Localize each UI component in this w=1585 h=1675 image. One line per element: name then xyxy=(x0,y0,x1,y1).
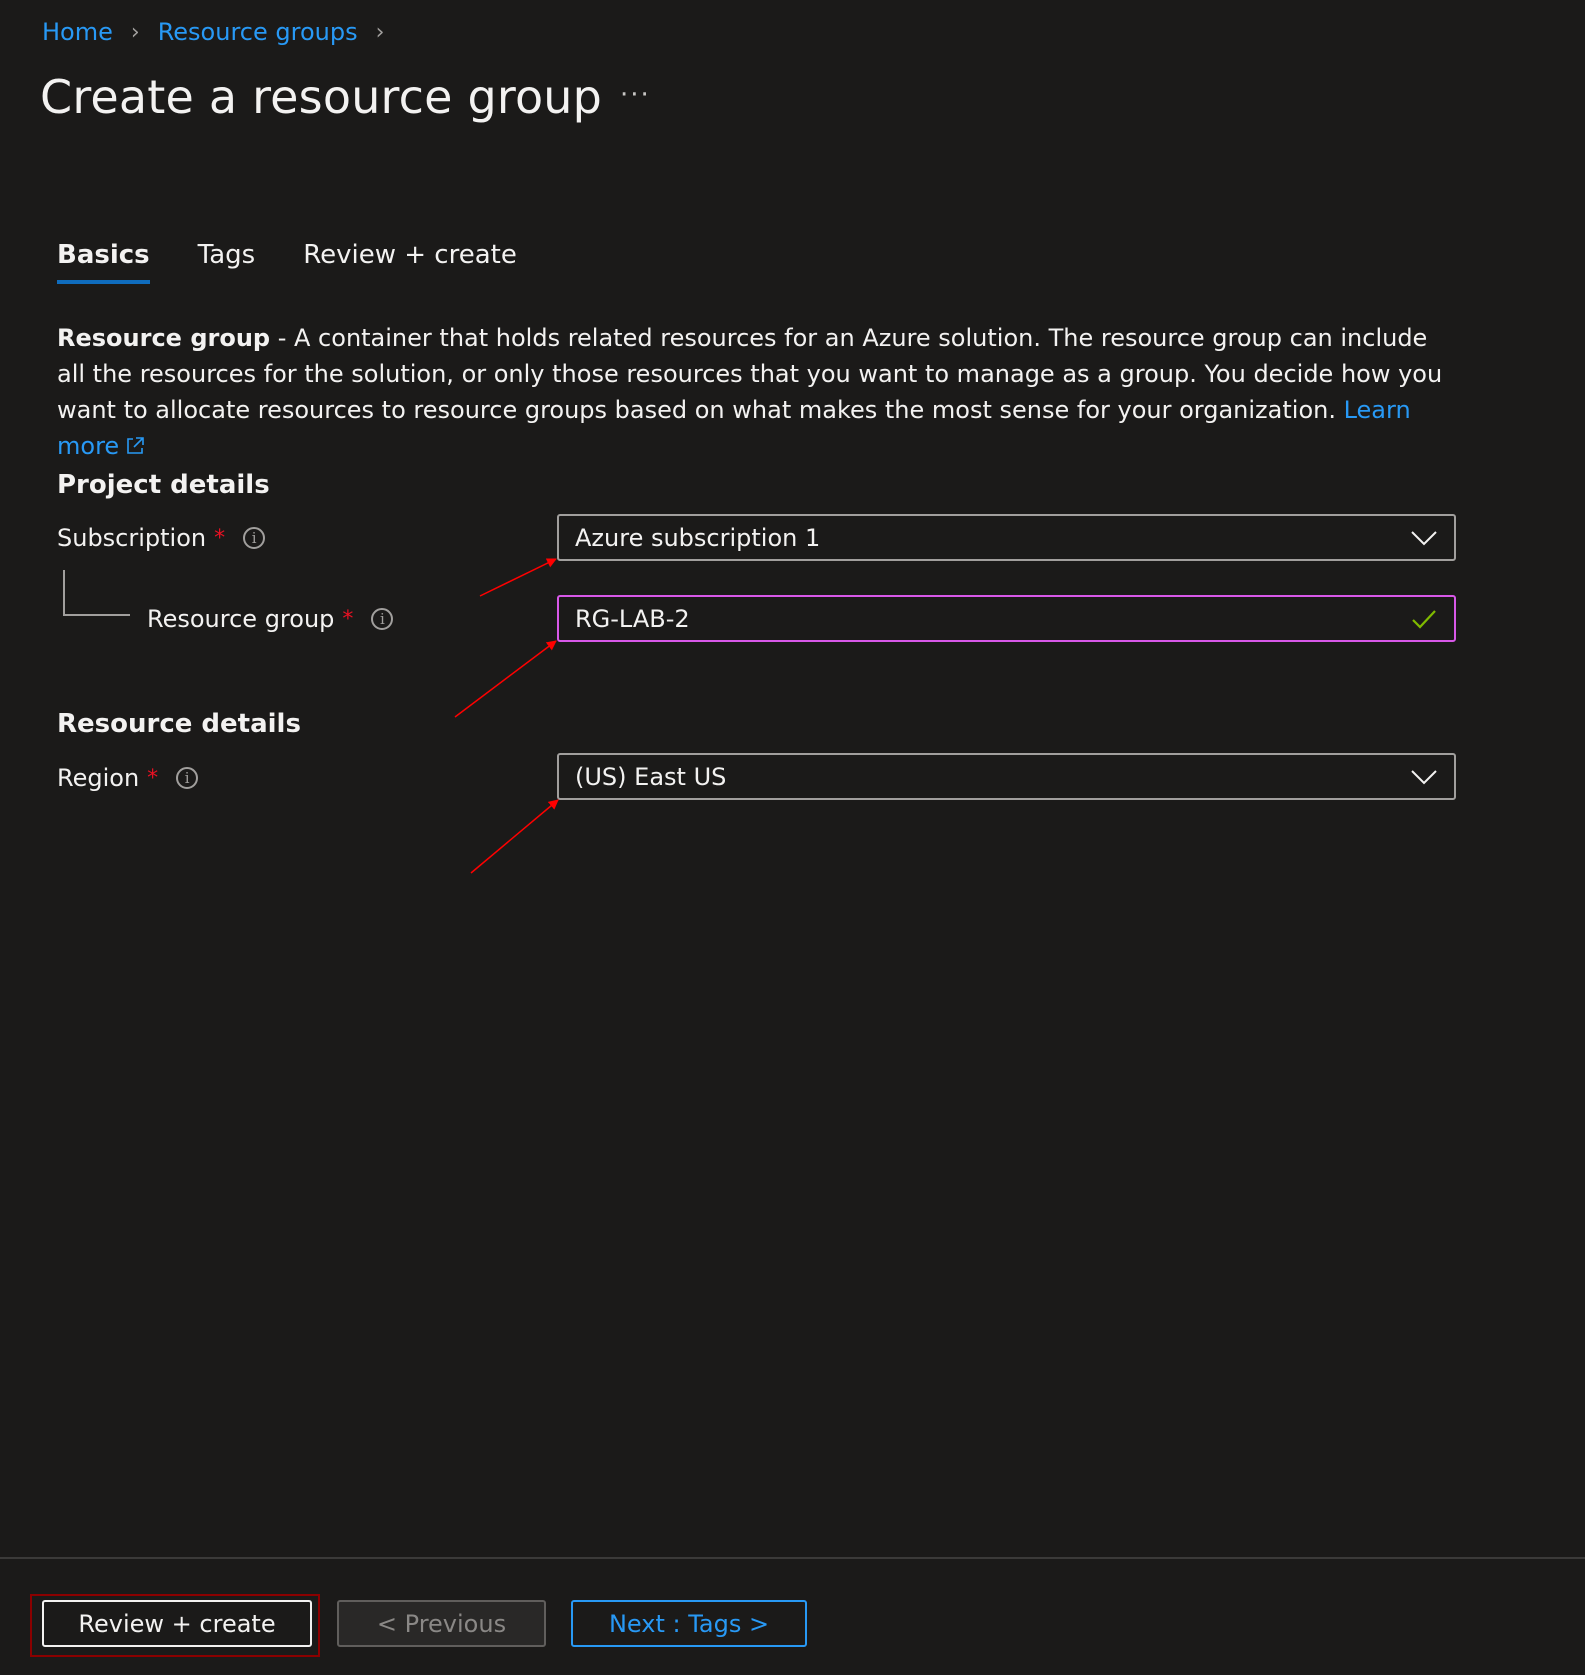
footer-divider xyxy=(0,1557,1585,1559)
breadcrumb-resource-groups[interactable]: Resource groups xyxy=(158,18,358,46)
chevron-down-icon xyxy=(1411,769,1437,784)
chevron-right-icon: › xyxy=(375,19,385,45)
breadcrumb: Home › Resource groups › xyxy=(42,18,402,46)
tab-tags[interactable]: Tags xyxy=(198,240,256,284)
tree-connector xyxy=(63,570,130,616)
description: Resource group - A container that holds … xyxy=(57,320,1457,464)
subscription-dropdown[interactable]: Azure subscription 1 xyxy=(557,514,1456,561)
required-asterisk: * xyxy=(214,525,226,551)
description-term: Resource group xyxy=(57,324,271,352)
info-icon[interactable]: i xyxy=(176,767,199,789)
external-link-icon xyxy=(127,437,144,454)
previous-button[interactable]: < Previous xyxy=(337,1600,546,1647)
checkmark-icon xyxy=(1412,609,1436,629)
chevron-down-icon xyxy=(1411,530,1437,545)
tab-basics[interactable]: Basics xyxy=(57,240,150,284)
annotation-arrow-resource-group xyxy=(454,640,557,718)
region-label-row: Region * i xyxy=(57,764,199,792)
region-label: Region xyxy=(57,764,140,792)
resource-group-input[interactable]: RG-LAB-2 xyxy=(557,595,1456,642)
annotation-arrow-subscription xyxy=(479,558,557,597)
subscription-label-row: Subscription * i xyxy=(57,524,266,552)
resource-group-label-row: Resource group * i xyxy=(147,605,394,633)
subscription-label: Subscription xyxy=(57,524,207,552)
info-icon[interactable]: i xyxy=(371,608,394,630)
chevron-right-icon: › xyxy=(130,19,140,45)
resource-details-heading: Resource details xyxy=(57,709,301,739)
info-icon[interactable]: i xyxy=(243,527,266,549)
annotation-arrow-region xyxy=(470,799,559,874)
required-asterisk: * xyxy=(342,606,354,632)
project-details-heading: Project details xyxy=(57,470,270,500)
tab-review-create[interactable]: Review + create xyxy=(303,240,517,284)
page-title: Create a resource group xyxy=(40,70,603,124)
subscription-value: Azure subscription 1 xyxy=(575,523,821,552)
next-tags-button[interactable]: Next : Tags > xyxy=(571,1600,807,1647)
review-create-button[interactable]: Review + create xyxy=(42,1600,312,1647)
breadcrumb-home[interactable]: Home xyxy=(42,18,113,46)
region-dropdown[interactable]: (US) East US xyxy=(557,753,1456,800)
resource-group-value: RG-LAB-2 xyxy=(575,604,690,633)
more-options-icon[interactable]: ··· xyxy=(620,80,651,110)
resource-group-label: Resource group xyxy=(147,605,335,633)
wizard-tabs: Basics Tags Review + create xyxy=(57,240,565,284)
required-asterisk: * xyxy=(147,765,159,791)
region-value: (US) East US xyxy=(575,762,727,791)
